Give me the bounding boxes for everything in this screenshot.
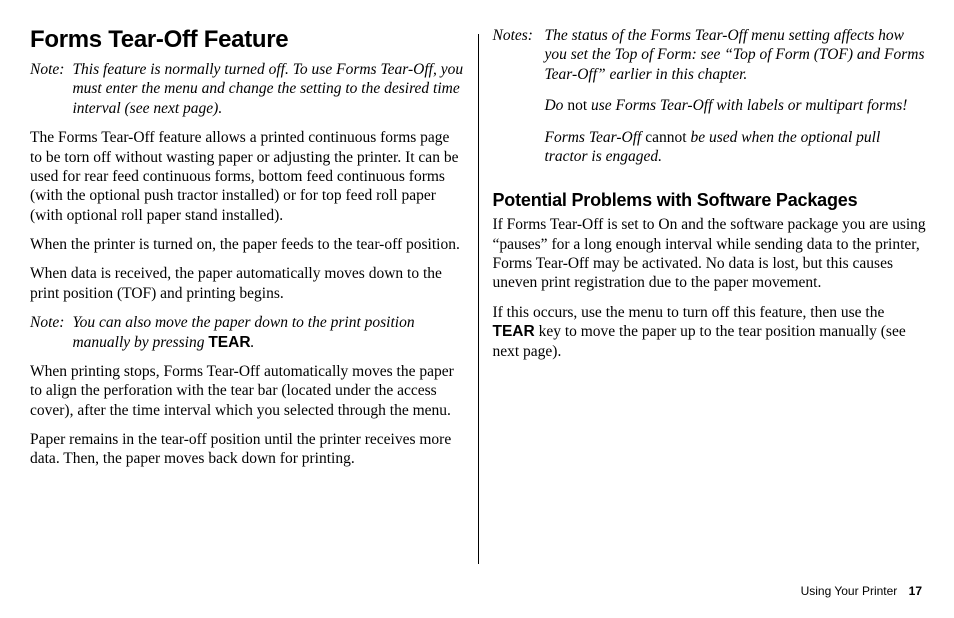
body-paragraph: The Forms Tear-Off feature allows a prin…	[30, 128, 464, 225]
emphasis-not: not	[567, 97, 587, 114]
note-text: use Forms Tear-Off with labels or multip…	[587, 97, 907, 114]
note-text: Do not use Forms Tear-Off with labels or…	[544, 96, 926, 115]
note-text: Forms Tear-Off cannot be used when the o…	[544, 128, 926, 167]
emphasis-cannot: cannot	[645, 129, 686, 146]
body-paragraph: If Forms Tear-Off is set to On and the s…	[492, 215, 926, 293]
section-heading: Forms Tear-Off Feature	[30, 26, 464, 54]
key-label: TEAR	[208, 334, 250, 351]
right-column: Notes: The status of the Forms Tear-Off …	[492, 26, 926, 560]
body-paragraph: When the printer is turned on, the paper…	[30, 235, 464, 254]
body-paragraph: When printing stops, Forms Tear-Off auto…	[30, 362, 464, 420]
column-divider	[478, 34, 479, 564]
note-text: .	[251, 334, 255, 351]
body-paragraph: When data is received, the paper automat…	[30, 264, 464, 303]
left-column: Forms Tear-Off Feature Note: This featur…	[30, 26, 464, 560]
note-text: Do	[544, 97, 567, 114]
body-paragraph: If this occurs, use the menu to turn off…	[492, 303, 926, 361]
notes-block: Notes: The status of the Forms Tear-Off …	[492, 26, 926, 178]
note-block: Note: You can also move the paper down t…	[30, 313, 464, 352]
page-footer: Using Your Printer 17	[801, 584, 922, 598]
note-body: You can also move the paper down to the …	[72, 313, 463, 352]
note-text: Forms Tear-Off	[544, 129, 645, 146]
body-text: If this occurs, use the menu to turn off…	[492, 304, 884, 321]
footer-section: Using Your Printer	[801, 584, 898, 598]
key-label: TEAR	[492, 323, 534, 340]
subsection-heading: Potential Problems with Software Package…	[492, 190, 926, 211]
note-body: This feature is normally turned off. To …	[72, 60, 463, 118]
body-paragraph: Paper remains in the tear-off position u…	[30, 430, 464, 469]
notes-body: The status of the Forms Tear-Off menu se…	[544, 26, 926, 178]
note-label: Note:	[30, 60, 72, 118]
body-text: key to move the paper up to the tear pos…	[492, 323, 905, 359]
document-page: Forms Tear-Off Feature Note: This featur…	[0, 0, 954, 618]
note-label: Note:	[30, 313, 72, 352]
notes-label: Notes:	[492, 26, 544, 178]
note-block: Note: This feature is normally turned of…	[30, 60, 464, 118]
page-number: 17	[909, 584, 922, 598]
note-text: The status of the Forms Tear-Off menu se…	[544, 26, 926, 84]
two-column-layout: Forms Tear-Off Feature Note: This featur…	[0, 0, 954, 560]
